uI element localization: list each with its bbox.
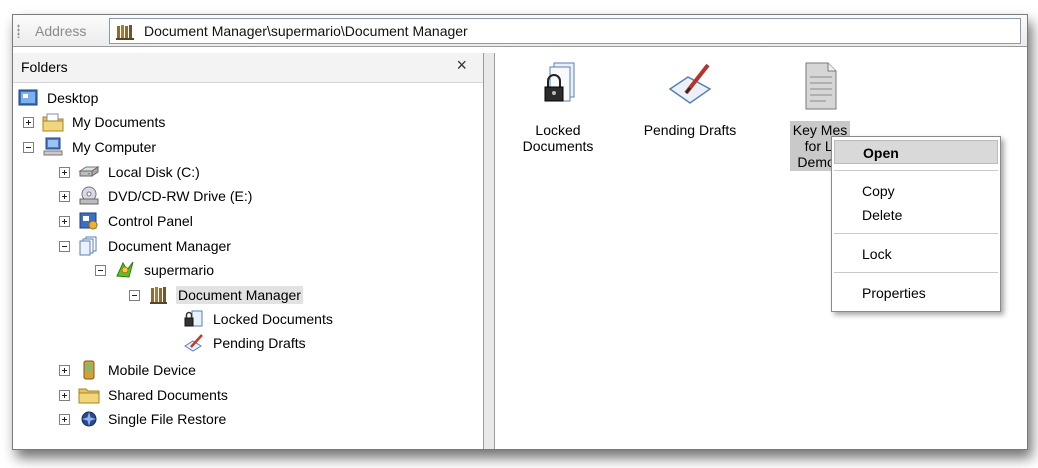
tree-item-label: Desktop	[47, 90, 99, 106]
close-icon[interactable]: ×	[456, 55, 467, 76]
tree-item-label: My Documents	[72, 114, 166, 130]
pending-drafts-icon	[668, 63, 712, 104]
dvd-drive-icon	[79, 186, 99, 205]
pending-drafts-icon	[184, 334, 203, 352]
tree-item-document-manager[interactable]: Document Manager	[59, 235, 233, 257]
tree-item-local-disk[interactable]: Local Disk (C:)	[59, 161, 202, 183]
expand-plus-icon[interactable]	[59, 413, 70, 425]
tree-item-dvd-drive[interactable]: DVD/CD-RW Drive (E:)	[59, 185, 254, 207]
collapse-minus-icon[interactable]	[95, 264, 106, 276]
tree-item-shared-documents[interactable]: Shared Documents	[59, 384, 230, 406]
locked-documents-icon	[544, 62, 575, 102]
tree-item-label: Shared Documents	[108, 387, 228, 403]
expand-plus-icon[interactable]	[59, 190, 70, 202]
file-item-pending-drafts[interactable]: Pending Drafts	[635, 59, 745, 139]
collapse-minus-icon[interactable]	[23, 141, 34, 153]
tree-item-label: Single File Restore	[108, 411, 227, 427]
file-label: Pending Drafts	[643, 122, 737, 138]
tree-item-label: Document Manager	[108, 238, 231, 254]
restore-icon	[81, 411, 97, 427]
expand-plus-icon[interactable]	[59, 364, 70, 376]
document-stack-icon	[79, 236, 97, 256]
folder-documents-icon	[42, 113, 64, 132]
server-icon	[116, 261, 134, 278]
menu-item-delete[interactable]: Delete	[834, 203, 998, 227]
context-menu: Open Copy Delete Lock Properties	[831, 136, 1001, 312]
folders-header: Folders ×	[13, 53, 483, 83]
folder-icon	[78, 388, 100, 404]
tree-item-label: supermario	[144, 262, 215, 278]
locked-documents-icon	[184, 310, 203, 327]
document-icon	[805, 62, 837, 110]
tree-item-mobile-device[interactable]: Mobile Device	[59, 359, 198, 381]
tree-item-label: My Computer	[72, 139, 157, 155]
file-label-line: Documents	[522, 138, 594, 154]
tree-item-label: Local Disk (C:)	[108, 164, 200, 180]
tree-item-desktop[interactable]: Desktop	[17, 87, 100, 109]
tree-item-control-panel[interactable]: Control Panel	[59, 210, 195, 232]
tree-item-label: Mobile Device	[108, 362, 196, 378]
explorer-window: Address Document Manager\supermario\Docu…	[12, 14, 1028, 450]
hard-disk-icon	[78, 166, 100, 177]
menu-item-lock[interactable]: Lock	[834, 242, 998, 266]
tree-item-locked-documents[interactable]: Locked Documents	[183, 308, 335, 330]
folders-title: Folders	[21, 59, 68, 75]
menu-separator	[834, 170, 998, 171]
tree-item-label: Locked Documents	[213, 311, 333, 327]
computer-icon	[43, 137, 63, 156]
address-label: Address	[35, 23, 87, 39]
tree-item-single-file-restore[interactable]: Single File Restore	[59, 408, 228, 430]
tree-item-pending-drafts[interactable]: Pending Drafts	[183, 332, 308, 354]
collapse-minus-icon[interactable]	[59, 240, 70, 252]
mobile-device-icon	[83, 360, 95, 380]
file-label-line: Locked	[535, 122, 581, 138]
desktop-icon	[18, 89, 38, 106]
address-path: Document Manager\supermario\Document Man…	[144, 23, 468, 39]
collapse-minus-icon[interactable]	[129, 289, 140, 301]
tree-item-my-documents[interactable]: My Documents	[23, 111, 167, 133]
file-item-locked-documents[interactable]: Locked Documents	[503, 59, 613, 155]
control-panel-icon	[79, 212, 98, 230]
tree-item-label: Pending Drafts	[213, 335, 306, 351]
toolbar-grip[interactable]	[17, 24, 20, 38]
expand-plus-icon[interactable]	[59, 389, 70, 401]
menu-item-open[interactable]: Open	[834, 140, 998, 164]
expand-plus-icon[interactable]	[23, 116, 34, 128]
menu-item-properties[interactable]: Properties	[834, 281, 998, 305]
folders-pane: Folders × Desktop My Documents My Comput…	[13, 53, 483, 449]
tree-item-label: DVD/CD-RW Drive (E:)	[108, 188, 253, 204]
tree-item-my-computer[interactable]: My Computer	[23, 136, 158, 158]
file-label: Locked Documents	[520, 121, 597, 155]
document-manager-icon	[116, 24, 136, 43]
menu-separator	[834, 272, 998, 273]
pane-splitter[interactable]	[483, 53, 495, 449]
tree-item-label: Control Panel	[108, 213, 193, 229]
address-bar: Address Document Manager\supermario\Docu…	[13, 15, 1027, 47]
address-field[interactable]: Document Manager\supermario\Document Man…	[109, 18, 1021, 44]
library-icon	[150, 287, 167, 304]
menu-item-copy[interactable]: Copy	[834, 179, 998, 203]
expand-plus-icon[interactable]	[59, 215, 70, 227]
tree-item-document-manager-library[interactable]: Document Manager	[129, 284, 303, 306]
tree-item-label: Document Manager	[176, 286, 303, 304]
tree-item-supermario[interactable]: supermario	[95, 259, 216, 281]
menu-separator	[834, 233, 998, 234]
expand-plus-icon[interactable]	[59, 166, 70, 178]
